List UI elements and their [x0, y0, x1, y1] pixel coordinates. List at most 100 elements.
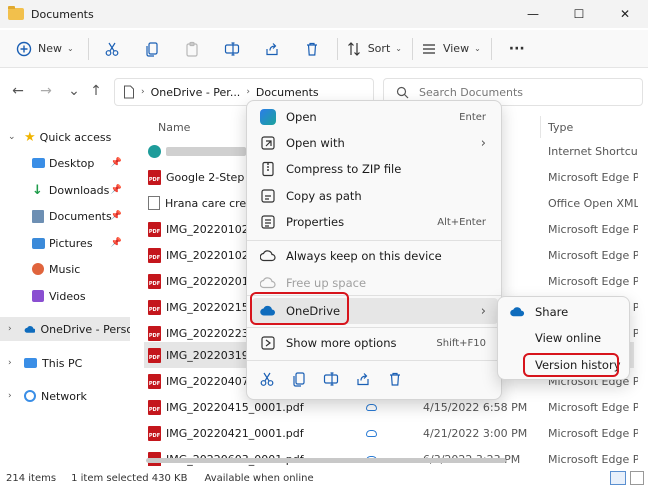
chevron-down-icon[interactable]: ⌄ — [8, 132, 16, 142]
up-arrow-icon[interactable]: ↑ — [88, 83, 104, 99]
breadcrumb-onedrive[interactable]: OneDrive - Per... — [151, 86, 241, 99]
sidebar-item-downloads[interactable]: ↓ Downloads 📌 — [0, 178, 130, 202]
horizontal-scrollbar[interactable] — [146, 458, 506, 463]
chevron-right-icon[interactable]: › — [8, 358, 12, 368]
pin-icon[interactable]: 📌 — [111, 211, 122, 221]
music-icon — [32, 263, 44, 275]
sidebar-item-onedrive[interactable]: › OneDrive - Personal — [0, 317, 130, 341]
sidebar-item-documents[interactable]: Documents 📌 — [0, 204, 130, 228]
cloud-keep-icon — [260, 250, 276, 262]
file-name-blurred — [166, 146, 246, 156]
sidebar-item-network[interactable]: › Network — [0, 384, 130, 408]
chevron-right-icon: › — [480, 135, 486, 151]
sort-icon — [347, 41, 360, 56]
chevron-right-icon[interactable]: › — [8, 391, 12, 401]
sidebar-item-desktop[interactable]: Desktop 📌 — [0, 151, 130, 175]
search-icon — [396, 86, 409, 98]
breadcrumb-documents[interactable]: Documents — [256, 86, 319, 99]
menu-item-always-keep[interactable]: Always keep on this device — [252, 243, 498, 269]
sort-button[interactable]: Sort ⌄ — [346, 34, 402, 64]
file-row[interactable]: PDF IMG_20220421_0001.pdf 4/21/2022 3:00… — [144, 420, 638, 446]
chevron-down-icon: ⌄ — [67, 44, 74, 53]
share-icon[interactable] — [355, 371, 371, 387]
sidebar-item-this-pc[interactable]: › This PC — [0, 351, 130, 375]
pdf-icon: PDF — [148, 299, 161, 315]
back-arrow-icon[interactable]: ← — [10, 83, 26, 99]
new-button[interactable]: New ⌄ — [16, 34, 74, 64]
menu-item-share[interactable]: Share — [502, 300, 626, 324]
maximize-button[interactable]: ☐ — [556, 0, 602, 28]
context-menu: Open Enter Open with › Compress to ZIP f… — [246, 100, 502, 400]
pdf-icon: PDF — [148, 425, 161, 441]
trash-icon[interactable] — [387, 371, 403, 387]
chevron-down-icon: ⌄ — [474, 44, 481, 53]
menu-item-view-online[interactable]: View online — [502, 326, 626, 350]
pdf-icon: PDF — [148, 221, 161, 237]
scissors-icon — [105, 42, 119, 56]
cloud-free-icon — [260, 277, 276, 289]
sidebar-quick-access[interactable]: ⌄ ★ Quick access — [0, 125, 130, 149]
menu-item-open-with[interactable]: Open with › — [252, 130, 498, 156]
pdf-icon: PDF — [148, 273, 161, 289]
search-placeholder: Search Documents — [419, 85, 524, 99]
scissors-icon[interactable] — [259, 371, 275, 387]
open-with-icon — [261, 136, 275, 150]
sidebar-item-pictures[interactable]: Pictures 📌 — [0, 231, 130, 255]
details-view-icon[interactable] — [610, 471, 626, 485]
cut-button[interactable] — [97, 34, 127, 64]
highlight-onedrive — [250, 292, 349, 325]
sort-label: Sort — [367, 42, 391, 55]
minimize-button[interactable]: — — [510, 0, 556, 28]
trash-icon — [306, 42, 317, 56]
file-name: IMG_20220421_0001.pdf — [166, 426, 304, 440]
chevron-down-icon[interactable]: ⌄ — [66, 83, 82, 99]
forward-arrow-icon[interactable]: → — [38, 83, 54, 99]
new-label: New — [38, 42, 62, 55]
pdf-icon: PDF — [148, 325, 161, 341]
column-header-name[interactable]: Name — [158, 116, 190, 138]
breadcrumb-chevron-icon: › — [141, 87, 145, 97]
clipboard-icon — [186, 41, 198, 57]
edge-icon — [260, 109, 276, 125]
onedrive-cloud-icon — [510, 307, 525, 317]
more-options-button[interactable]: ··· — [502, 34, 532, 64]
tiles-view-icon[interactable] — [630, 471, 644, 485]
folder-icon — [8, 6, 24, 20]
menu-item-properties[interactable]: Properties Alt+Enter — [252, 209, 498, 235]
menu-item-show-more-options[interactable]: Show more options Shift+F10 — [252, 330, 498, 356]
copy-path-icon — [261, 189, 275, 203]
copy-icon[interactable] — [291, 371, 307, 387]
paste-button[interactable] — [177, 34, 207, 64]
sidebar-item-videos[interactable]: Videos — [0, 284, 130, 308]
close-button[interactable]: ✕ — [602, 0, 648, 28]
desktop-icon — [32, 158, 45, 168]
copy-button[interactable] — [137, 34, 167, 64]
delete-button[interactable] — [297, 34, 327, 64]
pin-icon[interactable]: 📌 — [111, 238, 122, 248]
share-button[interactable] — [257, 34, 287, 64]
more-options-icon — [261, 336, 275, 350]
cloud-status-icon — [366, 403, 377, 411]
onedrive-cloud-icon — [24, 325, 36, 333]
command-bar: New ⌄ Sort ⌄ View ⌄ ··· — [0, 30, 648, 68]
rename-icon[interactable] — [323, 371, 339, 387]
file-row[interactable]: PDF IMG_20220603_0001.pdf 6/3/2022 3:23 … — [144, 446, 638, 466]
context-quick-actions — [253, 366, 493, 392]
videos-icon — [32, 290, 44, 302]
menu-item-copy-path[interactable]: Copy as path — [252, 183, 498, 209]
menu-item-compress[interactable]: Compress to ZIP file — [252, 156, 498, 182]
column-header-type[interactable]: Type — [548, 116, 573, 138]
view-button[interactable]: View ⌄ — [421, 34, 481, 64]
chevron-right-icon[interactable]: › — [8, 324, 12, 334]
pdf-icon: PDF — [148, 373, 161, 389]
rename-button[interactable] — [217, 34, 247, 64]
copy-icon — [146, 41, 158, 57]
chevron-right-icon: › — [480, 303, 486, 319]
cloud-status-icon — [366, 429, 377, 437]
pin-icon[interactable]: 📌 — [111, 185, 122, 195]
sidebar-item-music[interactable]: Music — [0, 257, 130, 281]
star-icon: ★ — [24, 129, 36, 145]
pin-icon[interactable]: 📌 — [111, 158, 122, 168]
menu-item-open[interactable]: Open Enter — [252, 104, 498, 130]
document-icon — [148, 196, 160, 210]
